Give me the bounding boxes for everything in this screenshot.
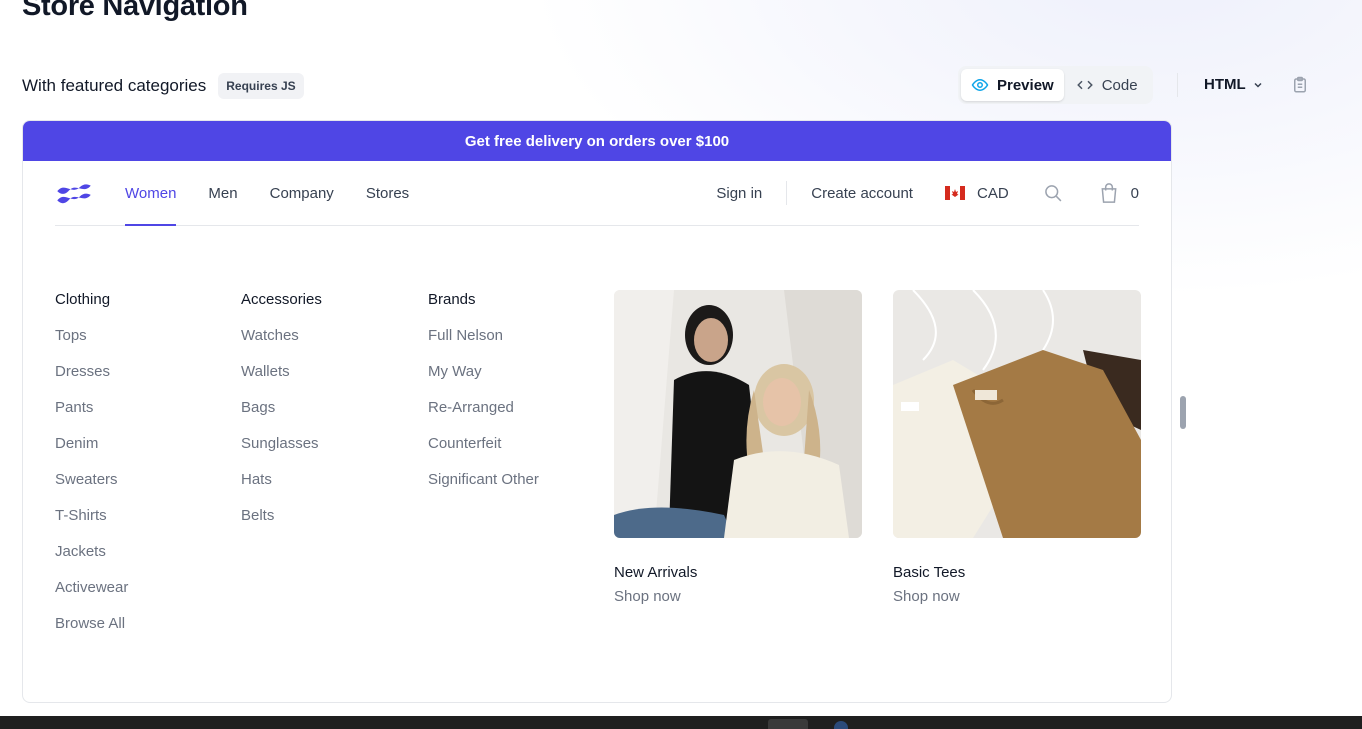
search-icon[interactable] <box>1043 183 1063 203</box>
taskbar-item[interactable] <box>768 719 808 729</box>
page-title: Store Navigation <box>22 0 248 22</box>
menu-link[interactable]: T-Shirts <box>55 508 235 544</box>
menu-link[interactable]: Significant Other <box>428 472 608 508</box>
cart-count: 0 <box>1130 184 1139 202</box>
currency-label: CAD <box>976 184 1009 202</box>
menu-link[interactable]: Hats <box>241 472 421 508</box>
featured-title: Basic Tees <box>893 564 966 581</box>
language-label: HTML <box>1204 76 1246 93</box>
account-divider <box>786 181 788 205</box>
canada-flag-icon <box>944 186 965 200</box>
menu-link[interactable]: Sunglasses <box>241 436 421 472</box>
chevron-down-icon <box>1254 82 1262 88</box>
menu-link[interactable]: Counterfeit <box>428 436 608 472</box>
shopping-bag-icon <box>1101 183 1117 203</box>
code-label: Code <box>1101 76 1138 94</box>
account-nav: Sign in Create account CAD 0 <box>716 161 1139 225</box>
shop-now-link[interactable]: Shop now <box>893 588 1141 605</box>
menu-link[interactable]: Tops <box>55 328 235 364</box>
code-button[interactable]: Code <box>1066 69 1148 101</box>
logo-icon[interactable] <box>55 180 93 206</box>
main-nav: Women Men Company Stores <box>125 161 409 226</box>
preview-frame: Get free delivery on orders over $100 Wo… <box>22 120 1172 703</box>
taskbar-item[interactable] <box>834 721 848 729</box>
menu-link[interactable]: Sweaters <box>55 472 235 508</box>
header-divider <box>1177 73 1178 97</box>
menu-heading: Accessories <box>241 291 322 308</box>
preview-label: Preview <box>997 76 1054 94</box>
basic-tees-image <box>893 290 1141 538</box>
shop-now-link[interactable]: Shop now <box>614 588 862 605</box>
menu-link[interactable]: Activewear <box>55 580 235 616</box>
menu-link[interactable]: Denim <box>55 436 235 472</box>
example-title: With featured categories <box>22 76 207 95</box>
sign-in-link[interactable]: Sign in <box>716 185 762 202</box>
menu-link[interactable]: Jackets <box>55 544 235 580</box>
requires-js-badge: Requires JS <box>218 73 304 99</box>
code-icon <box>1076 80 1093 90</box>
featured-title: New Arrivals <box>614 564 698 581</box>
menu-link[interactable]: Re-Arranged <box>428 400 608 436</box>
preview-button[interactable]: Preview <box>961 69 1064 101</box>
store-navbar: Women Men Company Stores Sign in Create … <box>55 161 1139 226</box>
menu-link[interactable]: Dresses <box>55 364 235 400</box>
menu-column-brands: Brands Full Nelson My Way Re-Arranged Co… <box>428 291 608 508</box>
new-arrivals-image <box>614 290 862 538</box>
featured-card-new-arrivals[interactable]: New Arrivals Shop now <box>614 290 862 605</box>
featured-card-basic-tees[interactable]: Basic Tees Shop now <box>893 290 1141 605</box>
menu-column-accessories: Accessories Watches Wallets Bags Sunglas… <box>241 291 421 544</box>
menu-link[interactable]: Pants <box>55 400 235 436</box>
eye-icon <box>971 78 989 92</box>
scrollbar-thumb[interactable] <box>1180 396 1186 429</box>
tab-stores[interactable]: Stores <box>366 161 409 225</box>
menu-link[interactable]: Belts <box>241 508 421 544</box>
menu-link[interactable]: Browse All <box>55 616 235 652</box>
menu-link[interactable]: Bags <box>241 400 421 436</box>
currency-selector[interactable]: CAD <box>944 184 1009 202</box>
tab-company[interactable]: Company <box>270 161 334 225</box>
view-toggle: Preview Code <box>958 66 1153 104</box>
cart-button[interactable]: 0 <box>1099 182 1139 204</box>
menu-link[interactable]: My Way <box>428 364 608 400</box>
clipboard-icon[interactable] <box>1291 76 1309 94</box>
menu-heading: Brands <box>428 291 476 308</box>
tab-men[interactable]: Men <box>208 161 237 225</box>
menu-link[interactable]: Full Nelson <box>428 328 608 364</box>
language-select[interactable]: HTML <box>1204 76 1264 93</box>
menu-link[interactable]: Watches <box>241 328 421 364</box>
taskbar <box>0 716 1362 729</box>
menu-heading: Clothing <box>55 291 111 308</box>
menu-column-clothing: Clothing Tops Dresses Pants Denim Sweate… <box>55 291 235 652</box>
promo-banner: Get free delivery on orders over $100 <box>23 121 1171 161</box>
create-account-link[interactable]: Create account <box>811 185 913 202</box>
example-header: With featured categories Requires JS <box>22 72 304 100</box>
menu-link[interactable]: Wallets <box>241 364 421 400</box>
tab-women[interactable]: Women <box>125 161 177 226</box>
